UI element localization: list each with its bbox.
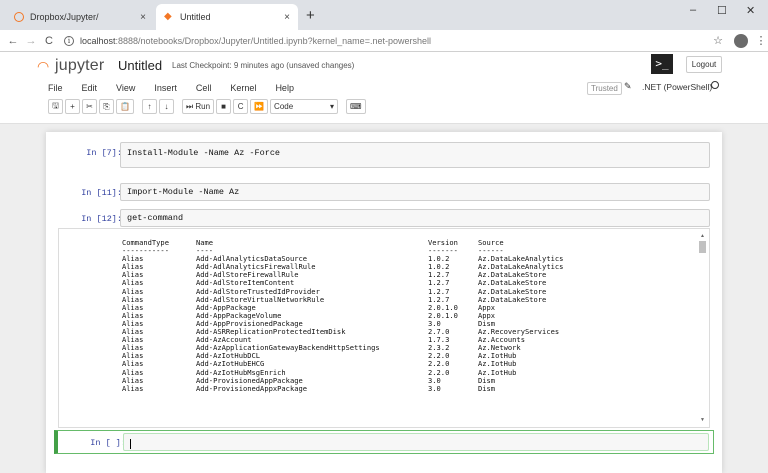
notebook-menubar: File Edit View Insert Cell Kernel Help: [48, 80, 313, 96]
browser-tab-dropbox[interactable]: Dropbox/Jupyter/ ×: [6, 4, 154, 30]
code-cell-editor[interactable]: Import-Module -Name Az: [120, 183, 710, 201]
jupyter-logo-icon: ◠: [37, 58, 50, 74]
jupyter-favicon-icon: [14, 12, 24, 22]
move-up-button[interactable]: ↑: [141, 99, 157, 114]
menu-file[interactable]: File: [48, 83, 63, 93]
code-cell-editor[interactable]: Install-Module -Name Az -Force: [120, 142, 710, 168]
table-row: Alias Add-AppPackage 2.0.1.0 Appx: [122, 303, 588, 312]
browser-tab-untitled[interactable]: ◆ Untitled ×: [156, 4, 298, 30]
cell-type-value: Code: [274, 102, 294, 111]
move-down-button[interactable]: ↓: [158, 99, 174, 114]
table-cell: Alias: [122, 383, 144, 393]
table-row: Alias Add-ProvisionedAppxPackage 3.0 Dism: [122, 383, 588, 393]
cell-prompt: In [11]:: [81, 188, 122, 198]
tab-title: Dropbox/Jupyter/: [30, 12, 99, 22]
cell-prompt: In [12]:: [81, 214, 122, 224]
insert-cell-button[interactable]: +: [65, 99, 80, 114]
kernel-status-icon: [711, 81, 719, 89]
command-table: CommandType Name Version Source --------…: [122, 238, 588, 393]
table-row: Alias Add-AzIotHubDCL 2.2.0 Az.IotHub: [122, 352, 588, 360]
cell-output-area[interactable]: CommandType Name Version Source --------…: [58, 228, 710, 428]
text-cursor: [130, 439, 131, 449]
notebook-favicon-icon: ◆: [164, 11, 172, 22]
url-path: :8888/notebooks/Dropbox/Jupyter/Untitled…: [115, 35, 431, 46]
info-icon[interactable]: i: [64, 35, 74, 46]
notebook-container: In [7]: Install-Module -Name Az -Force I…: [46, 132, 722, 473]
tab-close-icon[interactable]: ×: [140, 12, 146, 23]
jupyter-wordmark: jupyter: [55, 57, 105, 74]
jupyter-logo[interactable]: ◠ jupyter: [37, 57, 104, 75]
chevron-down-icon: ▾: [330, 102, 335, 111]
table-header: CommandType Name Version Source: [122, 238, 588, 247]
code-cell-editor[interactable]: [123, 433, 709, 451]
maximize-button[interactable]: ☐: [717, 4, 727, 17]
header-name: Name: [196, 238, 214, 247]
notebook-name[interactable]: Untitled: [118, 58, 162, 73]
menu-help[interactable]: Help: [275, 83, 294, 93]
menu-kernel[interactable]: Kernel: [230, 83, 256, 93]
bookmark-star-icon[interactable]: ☆: [708, 34, 728, 47]
cell-prompt: In [ ]:: [90, 438, 126, 448]
menu-view[interactable]: View: [116, 83, 135, 93]
kernel-name[interactable]: .NET (PowerShell): [642, 82, 712, 92]
code-cell-editor[interactable]: get-command: [120, 209, 710, 227]
run-button[interactable]: ⏭ Run: [181, 99, 215, 114]
address-bar-row: ← → C i localhost:8888/notebooks/Dropbox…: [0, 30, 768, 52]
cut-button[interactable]: ✂: [82, 99, 97, 114]
table-cell: 3.0: [428, 383, 441, 393]
table-cell: Add-ProvisionedAppxPackage: [196, 383, 308, 393]
cell-type-select[interactable]: Code ▾: [270, 99, 339, 114]
menu-insert[interactable]: Insert: [154, 83, 177, 93]
avatar[interactable]: [734, 33, 748, 48]
url-host: localhost: [80, 35, 116, 46]
save-button[interactable]: 🖫: [48, 99, 63, 114]
scrollbar-thumb[interactable]: [699, 241, 706, 253]
back-button[interactable]: ←: [4, 35, 22, 47]
trusted-indicator[interactable]: Trusted: [587, 82, 622, 95]
logout-button[interactable]: Logout: [686, 56, 722, 73]
interrupt-button[interactable]: ■: [216, 99, 232, 114]
command-palette-button[interactable]: ⌨: [346, 99, 366, 114]
table-cell: Dism: [478, 383, 496, 393]
active-code-cell[interactable]: In [ ]:: [54, 430, 714, 454]
output-scrollbar[interactable]: ▲ ▼: [699, 233, 706, 423]
menu-cell[interactable]: Cell: [196, 83, 212, 93]
cell-prompt: In [7]:: [86, 148, 122, 158]
tab-close-icon[interactable]: ×: [284, 12, 290, 23]
table-row: Alias Add-ProvisionedAppPackage 3.0 Dism: [122, 376, 588, 385]
table-row: Alias Add-AzIotHubMsgEnrich 2.2.0 Az.IotHub: [122, 368, 588, 377]
copy-button[interactable]: ⎘: [99, 99, 114, 114]
forward-button[interactable]: →: [22, 35, 40, 47]
table-row: Alias Add-AppPackageVolume 2.0.1.0 Appx: [122, 311, 588, 320]
scroll-down-icon[interactable]: ▼: [699, 417, 706, 423]
new-tab-button[interactable]: +: [306, 7, 315, 24]
url-field[interactable]: i localhost:8888/notebooks/Dropbox/Jupyt…: [64, 35, 708, 46]
browser-tab-bar: Dropbox/Jupyter/ × ◆ Untitled × + – ☐ ✕: [0, 0, 768, 30]
powershell-kernel-icon: >_: [651, 54, 673, 74]
jupyter-header: ◠ jupyter Untitled Last Checkpoint: 9 mi…: [0, 52, 768, 124]
paste-button[interactable]: 📋: [116, 99, 134, 114]
edit-mode-pencil-icon: ✎: [624, 81, 632, 91]
table-row: Alias Add-AzIotHubEHCG 2.2.0 Az.IotHub: [122, 360, 588, 368]
restart-run-all-button[interactable]: ⏩: [250, 99, 269, 114]
table-row: Alias Add-AdlStoreVirtualNetworkRule 1.2.7…: [122, 295, 588, 304]
close-window-button[interactable]: ✕: [746, 4, 755, 17]
checkpoint-status: Last Checkpoint: 9 minutes ago (unsaved …: [172, 61, 355, 70]
restart-button[interactable]: C: [233, 99, 249, 114]
minimize-button[interactable]: –: [690, 4, 696, 16]
table-row: Alias Add-AzApplicationGatewayBackendHttp…: [122, 344, 588, 352]
reload-button[interactable]: C: [40, 35, 58, 47]
browser-menu-icon[interactable]: ⋮: [754, 34, 768, 47]
menu-edit[interactable]: Edit: [82, 83, 98, 93]
tab-title: Untitled: [180, 12, 211, 22]
scroll-up-icon[interactable]: ▲: [699, 233, 706, 239]
notebook-toolbar: 🖫 + ✂ ⎘ 📋 ↑ ↓ ⏭ Run ■ C ⏩ Code ▾ ⌨: [48, 99, 368, 114]
